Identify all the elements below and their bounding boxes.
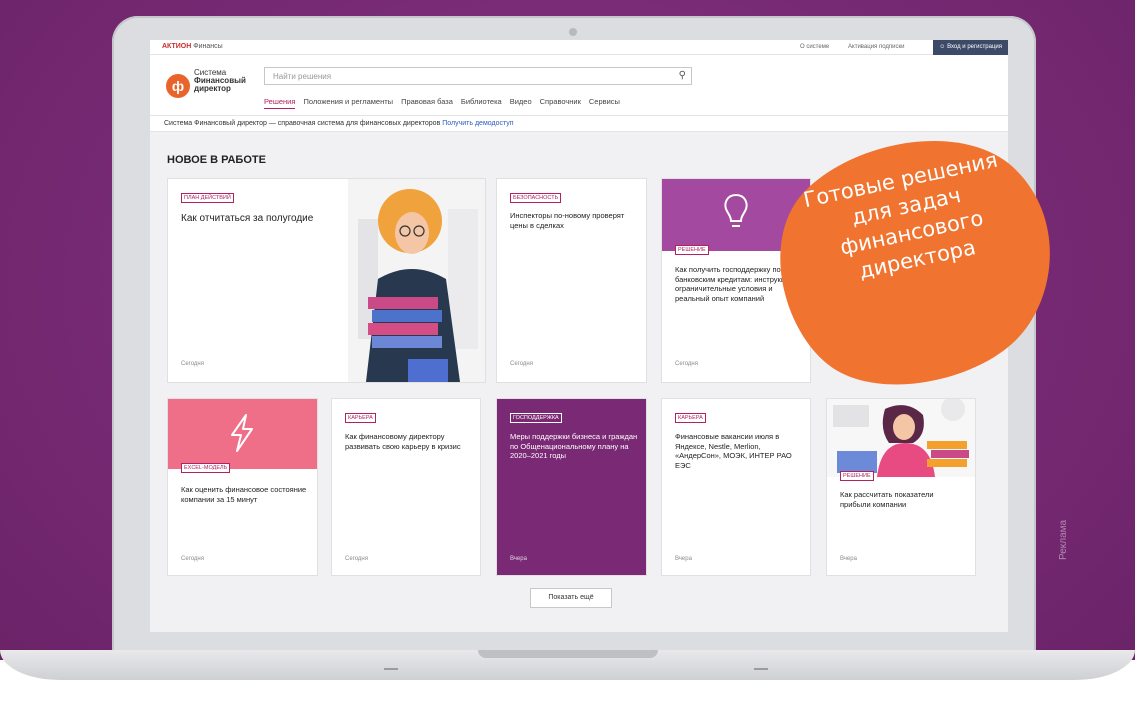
card-title: Как оценить финансовое состояние компани… [181, 485, 307, 504]
about-link[interactable]: О системе [800, 44, 829, 50]
card-title: Как финансовому директору развивать свою… [345, 432, 461, 451]
nav-item-regulations[interactable]: Положения и регламенты [303, 97, 393, 109]
woman-with-folders-illustration [348, 179, 485, 382]
card-title: Как рассчитать показатели прибыли компан… [840, 490, 934, 509]
card-career[interactable]: КАРЬЕРА Как финансовому директору развив… [332, 399, 480, 575]
woman-at-desk-illustration [827, 399, 975, 477]
top-bar: АКТИОН Финансы О системе Активация подпи… [150, 40, 1008, 55]
card-tag: БЕЗОПАСНОСТЬ [510, 193, 562, 203]
activate-link[interactable]: Активация подписки [848, 44, 905, 50]
card-excel-model[interactable]: EXCEL-МОДЕЛЬ Как оценить финансовое сост… [168, 399, 317, 575]
lightbulb-icon [724, 193, 748, 227]
main-nav: Решения Положения и регламенты Правовая … [264, 97, 620, 109]
card-date: Вчера [840, 556, 857, 562]
card-date: Сегодня [510, 361, 533, 367]
card-profit-indicators[interactable]: РЕШЕНИЕ Как рассчитать показатели прибыл… [827, 399, 975, 575]
search-icon[interactable]: ⚲ [679, 70, 686, 81]
card-date: Вчера [675, 556, 692, 562]
card-tag: РЕШЕНИЕ [675, 245, 709, 255]
nav-item-legal[interactable]: Правовая база [401, 97, 453, 109]
laptop-foot-mark [754, 668, 768, 670]
card-security[interactable]: БЕЗОПАСНОСТЬ Инспекторы по-новому провер… [497, 179, 646, 382]
card-action-plan[interactable]: ПЛАН ДЕЙСТВИЙ Как отчитаться за полугоди… [168, 179, 485, 382]
card-title: Инспекторы по-новому проверят цены в сде… [510, 211, 625, 230]
card-date: Вчера [510, 556, 527, 562]
card-image [168, 399, 317, 469]
nav-item-reference[interactable]: Справочник [540, 97, 581, 109]
card-tag: ПЛАН ДЕЙСТВИЙ [181, 193, 234, 203]
demo-access-link[interactable]: Получить демодоступ [442, 120, 513, 127]
nav-item-services[interactable]: Сервисы [589, 97, 620, 109]
company-logo-icon[interactable]: ф [166, 74, 190, 98]
card-vacancies[interactable]: КАРЬЕРА Финансовые вакансии июля в Яндек… [662, 399, 810, 575]
brand-logo[interactable]: АКТИОН Финансы [162, 43, 223, 50]
lightning-icon [231, 414, 253, 452]
card-date: Сегодня [181, 556, 204, 562]
card-date: Сегодня [181, 361, 204, 367]
card-date: Сегодня [345, 556, 368, 562]
card-tag: ГОСПОДДЕРЖКА [510, 413, 562, 423]
nav-item-video[interactable]: Видео [510, 97, 532, 109]
search-input[interactable]: Найти решения ⚲ [264, 67, 692, 85]
user-icon: ☺ [939, 44, 946, 50]
logo-text[interactable]: Система Финансовый директор [194, 69, 264, 93]
card-title: Как отчитаться за полугодие [181, 213, 314, 224]
card-title: Финансовые вакансии июля в Яндексе, Nest… [675, 432, 792, 470]
card-gov-support[interactable]: ГОСПОДДЕРЖКА Меры поддержки бизнеса и гр… [497, 399, 646, 575]
nav-item-library[interactable]: Библиотека [461, 97, 502, 109]
laptop-foot-mark [384, 668, 398, 670]
card-tag: РЕШЕНИЕ [840, 471, 874, 481]
promo-text: Система Финансовый директор — справочная… [164, 120, 441, 127]
card-tag: КАРЬЕРА [345, 413, 376, 423]
show-more-button[interactable]: Показать ещё [530, 588, 612, 608]
card-tag: КАРЬЕРА [675, 413, 706, 423]
nav-item-solutions[interactable]: Решения [264, 97, 296, 109]
ad-label: Реклама [1058, 519, 1069, 560]
section-title: НОВОЕ В РАБОТЕ [167, 154, 266, 166]
card-tag: EXCEL-МОДЕЛЬ [181, 463, 231, 473]
login-button[interactable]: ☺ Вход и регистрация [933, 40, 1008, 55]
search-placeholder: Найти решения [273, 72, 332, 81]
card-date: Сегодня [675, 361, 698, 367]
laptop-camera [569, 28, 577, 36]
laptop-notch [478, 650, 658, 658]
card-title: Меры поддержки бизнеса и граждан по Обще… [510, 432, 638, 460]
